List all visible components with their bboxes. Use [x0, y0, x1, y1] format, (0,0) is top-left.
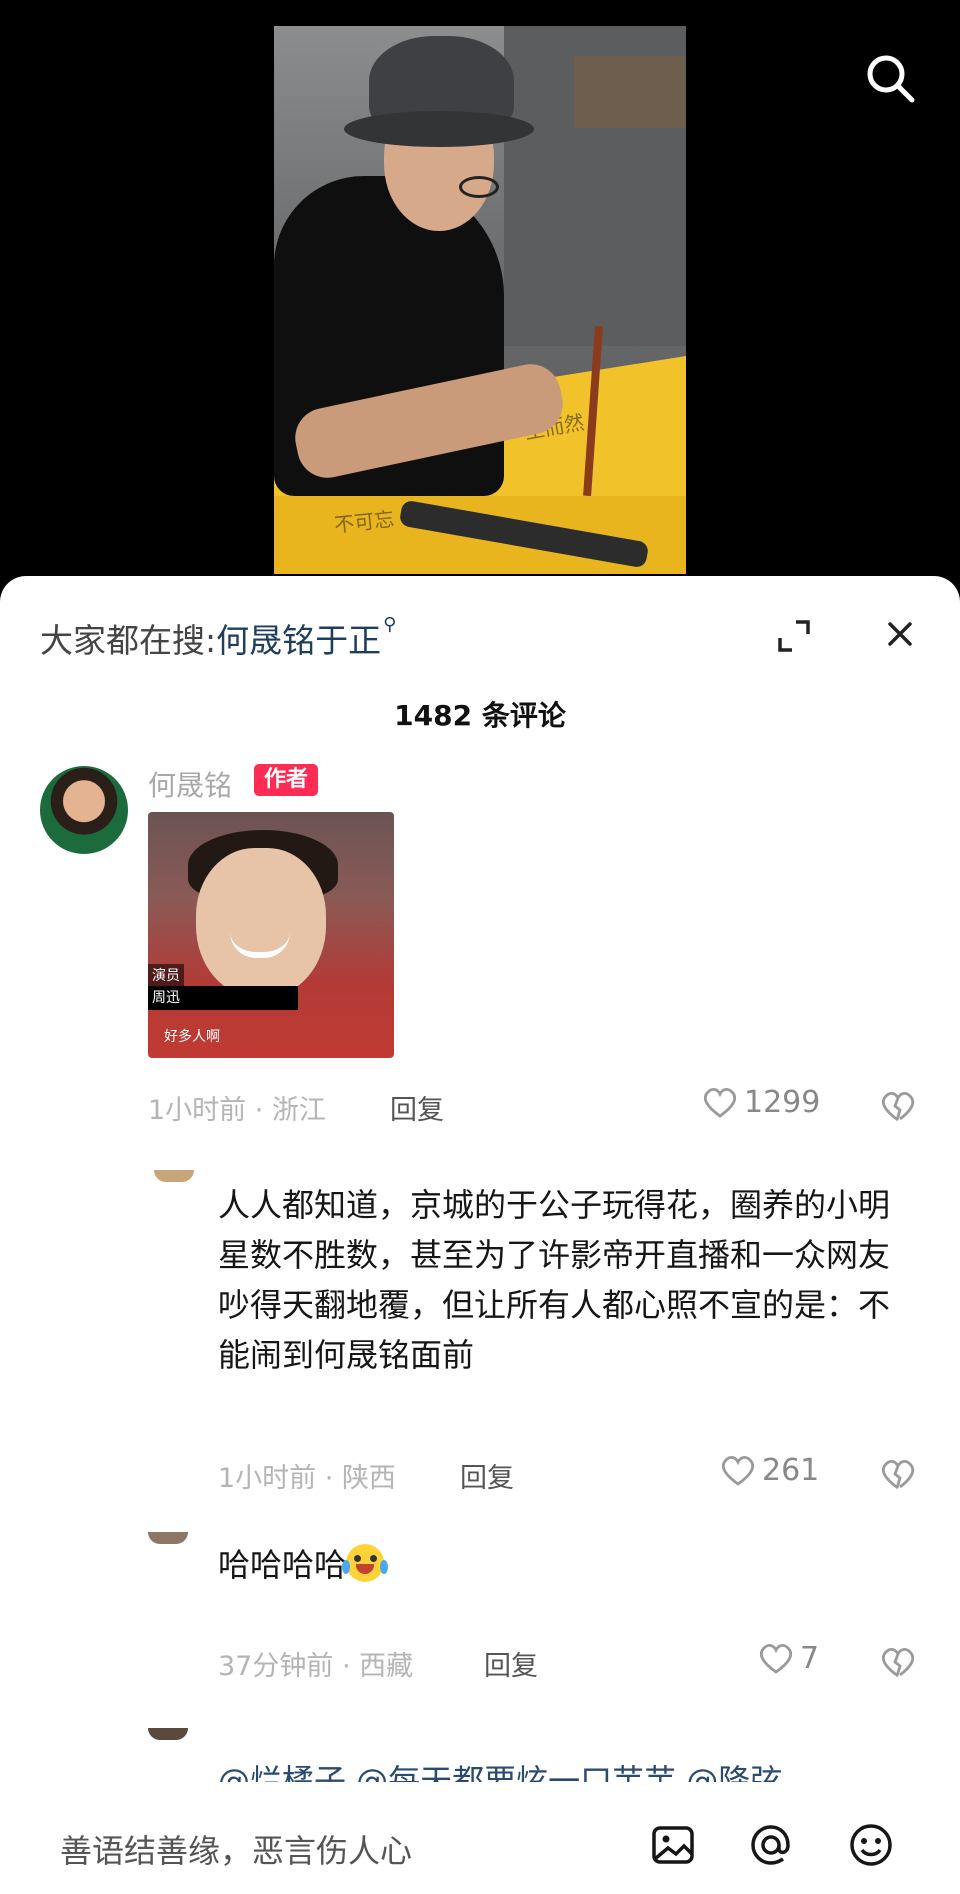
crying-laughing-emoji-icon [342, 1544, 389, 1582]
video-frame[interactable]: 至而然 不可忘 [274, 26, 686, 574]
dislike-button[interactable] [878, 1454, 918, 1494]
author-badge: 作者 [254, 764, 319, 796]
comment-text: 哈哈哈哈 [218, 1540, 918, 1590]
comment-time: 1小时前 [148, 1095, 247, 1126]
image-icon [652, 1826, 694, 1864]
comment-location: 陕西 [341, 1463, 396, 1494]
image-button[interactable] [648, 1820, 698, 1870]
reply-button[interactable]: 回复 [484, 1644, 538, 1683]
dislike-button[interactable] [878, 1642, 918, 1682]
like-count: 1299 [744, 1084, 821, 1120]
dislike-button[interactable] [878, 1086, 918, 1126]
image-caption-label: 演员 [148, 964, 184, 986]
comment-meta: 1小时前 · 浙江 [148, 1095, 326, 1126]
search-icon [867, 55, 915, 103]
like-count: 261 [762, 1452, 820, 1488]
comment-count: 1482 条评论 [394, 699, 566, 732]
comment-text[interactable]: @烂橘子 @每天都要炫一口芋芋 @降弦 [218, 1756, 782, 1782]
comment-location: 西藏 [359, 1651, 414, 1682]
comment-text-content: 哈哈哈哈 [218, 1546, 347, 1584]
broken-heart-icon [881, 1091, 915, 1122]
person-glasses [459, 176, 499, 198]
at-icon [751, 1825, 790, 1865]
heart-icon [759, 1643, 793, 1674]
like-button[interactable]: 1299 [700, 1082, 820, 1122]
image-face [196, 848, 326, 998]
person-hat-brim [344, 111, 534, 147]
emoji-icon [850, 1824, 892, 1866]
comment-time: 1小时前 [218, 1463, 317, 1494]
comment-input[interactable]: 善语结善缘，恶言伤人心 [60, 1826, 412, 1872]
video-player[interactable]: 至而然 不可忘 [0, 0, 960, 600]
sheet-header: 大家都在搜:何晟铭于正 ⚲ [0, 576, 960, 686]
comment-text: 人人都知道，京城的于公子玩得花，圈养的小明星数不胜数，甚至为了许影帝开直播和一众… [218, 1186, 891, 1374]
reply-button[interactable]: 回复 [460, 1456, 514, 1495]
video-shelf [574, 56, 686, 128]
avatar[interactable] [148, 1728, 188, 1740]
heart-icon [703, 1087, 737, 1118]
mention-button[interactable] [746, 1820, 796, 1870]
emoji-button[interactable] [846, 1820, 896, 1870]
broken-heart-icon [881, 1647, 915, 1678]
hot-search-term[interactable]: 何晟铭于正 [216, 621, 381, 660]
image-caption-subtitle: 好多人啊 [164, 1029, 220, 1045]
comment-sheet: 大家都在搜:何晟铭于正 ⚲ 1482 条评论 何晟铭 作者 演员 周迅 好多人啊 … [0, 576, 960, 1894]
close-icon [888, 622, 912, 646]
comment-input-bar: 善语结善缘，恶言伤人心 [0, 1810, 960, 1894]
comment-time: 37分钟前 [218, 1651, 334, 1682]
avatar[interactable] [154, 1170, 194, 1182]
avatar[interactable] [40, 766, 128, 854]
close-button[interactable] [880, 614, 920, 654]
reply-button[interactable]: 回复 [390, 1088, 444, 1127]
broken-heart-icon [881, 1459, 915, 1490]
like-button[interactable]: 7 [756, 1638, 819, 1678]
heart-icon [721, 1455, 755, 1486]
comment-meta: 1小时前 · 陕西 [218, 1463, 396, 1494]
mini-search-icon: ⚲ [383, 614, 397, 635]
like-button[interactable]: 261 [718, 1450, 819, 1490]
like-count: 7 [800, 1640, 820, 1676]
hot-search-prefix: 大家都在搜: [40, 621, 217, 660]
avatar[interactable] [148, 1532, 188, 1544]
comment-meta: 37分钟前 · 西藏 [218, 1651, 414, 1682]
comment-image[interactable]: 演员 周迅 好多人啊 [148, 812, 394, 1058]
expand-button[interactable] [776, 618, 812, 654]
expand-icon [778, 620, 810, 652]
image-caption-name: 周迅 [148, 986, 298, 1010]
search-button[interactable] [862, 50, 918, 106]
comment-location: 浙江 [271, 1095, 326, 1126]
hot-search-link[interactable]: 大家都在搜:何晟铭于正 ⚲ [40, 614, 396, 662]
username[interactable]: 何晟铭 [148, 764, 232, 804]
